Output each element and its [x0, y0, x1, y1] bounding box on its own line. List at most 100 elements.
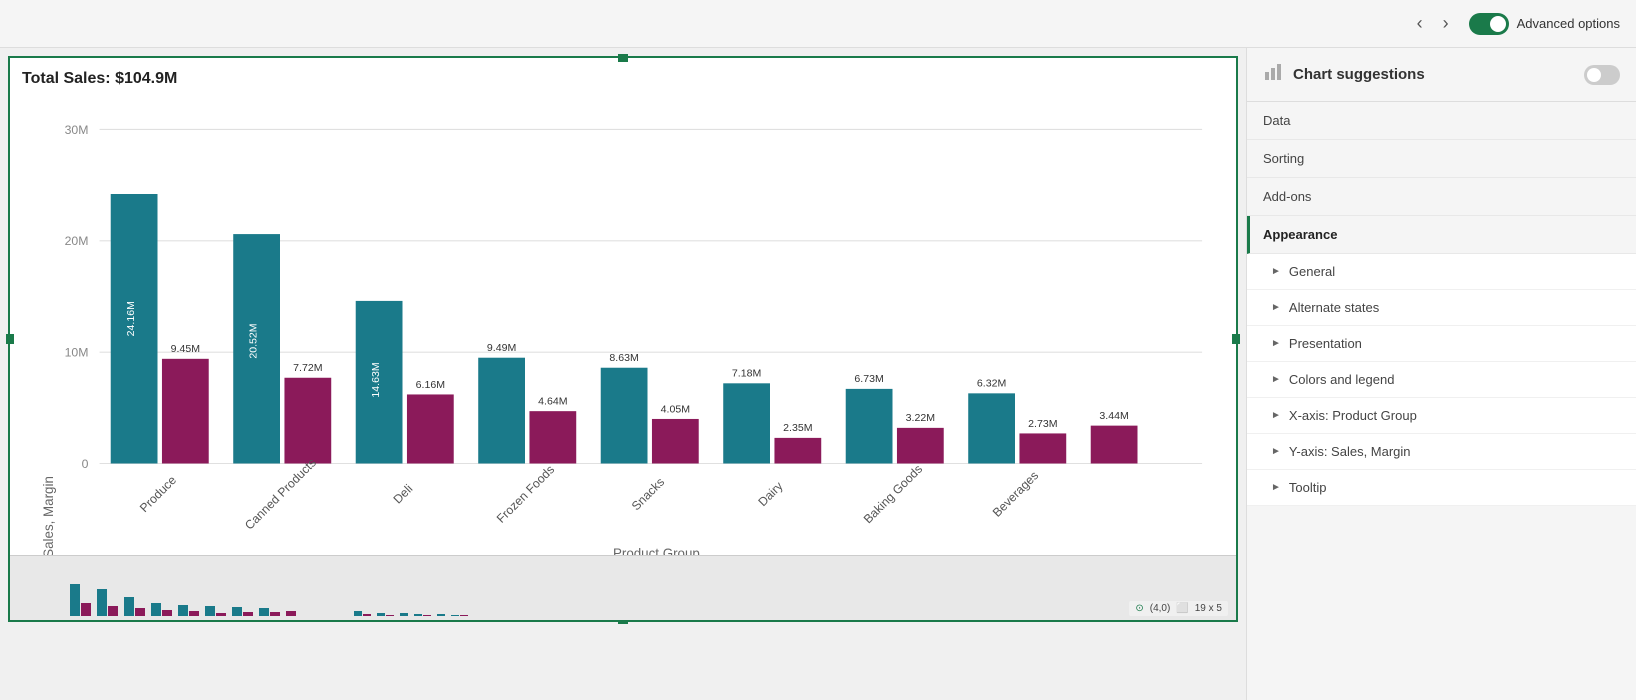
- nav-data-label: Data: [1263, 113, 1290, 128]
- sub-tooltip-label: Tooltip: [1289, 480, 1327, 495]
- svg-text:Beverages: Beverages: [990, 468, 1041, 519]
- bar-snacks-magenta[interactable]: [652, 419, 699, 464]
- mini-chart: ⊙ (4,0) ⬜ 19 x 5: [10, 555, 1236, 620]
- chart-inner: Total Sales: $104.9M Sales, Margin 30M 2…: [10, 58, 1236, 560]
- svg-text:8.63M: 8.63M: [609, 352, 638, 364]
- nav-item-sorting[interactable]: Sorting: [1247, 140, 1636, 178]
- svg-text:Frozen Foods: Frozen Foods: [494, 462, 557, 525]
- advanced-options-toggle-container: Advanced options: [1469, 13, 1620, 35]
- bar-frozen-magenta[interactable]: [529, 411, 576, 463]
- size-value: 19 x 5: [1195, 603, 1222, 614]
- sub-item-presentation[interactable]: ► Presentation: [1247, 326, 1636, 362]
- svg-text:20.52M: 20.52M: [248, 323, 260, 358]
- chart-title: Total Sales: $104.9M: [22, 70, 1224, 88]
- main-content: Total Sales: $104.9M Sales, Margin 30M 2…: [0, 48, 1636, 700]
- chevron-alternate-states: ►: [1271, 302, 1281, 313]
- nav-item-data[interactable]: Data: [1247, 102, 1636, 140]
- right-panel: Chart suggestions Data Sorting Add-ons A…: [1246, 48, 1636, 700]
- chevron-presentation: ►: [1271, 338, 1281, 349]
- svg-text:Baking Goods: Baking Goods: [861, 462, 925, 526]
- svg-text:4.64M: 4.64M: [538, 395, 567, 407]
- svg-text:9.49M: 9.49M: [487, 342, 516, 354]
- svg-text:7.72M: 7.72M: [293, 362, 322, 374]
- chevron-colors-legend: ►: [1271, 374, 1281, 385]
- bar-last-magenta[interactable]: [1091, 426, 1138, 464]
- svg-text:6.32M: 6.32M: [977, 378, 1006, 390]
- nav-appearance-label: Appearance: [1263, 227, 1337, 242]
- svg-text:7.18M: 7.18M: [732, 368, 761, 380]
- panel-sub-items: ► General ► Alternate states ► Presentat…: [1247, 254, 1636, 506]
- svg-text:10M: 10M: [65, 346, 89, 360]
- next-button[interactable]: ›: [1435, 9, 1457, 38]
- bar-beverages-teal[interactable]: [968, 393, 1015, 463]
- nav-item-addons[interactable]: Add-ons: [1247, 178, 1636, 216]
- svg-text:2.73M: 2.73M: [1028, 418, 1057, 430]
- svg-text:24.16M: 24.16M: [39, 257, 50, 290]
- svg-text:Canned Products: Canned Products: [242, 456, 319, 533]
- bar-produce-magenta[interactable]: [162, 359, 209, 464]
- sub-item-y-axis[interactable]: ► Y-axis: Sales, Margin: [1247, 434, 1636, 470]
- y-axis-label: Sales, Margin: [41, 476, 56, 558]
- panel-nav-items: Data Sorting Add-ons Appearance: [1247, 102, 1636, 254]
- svg-text:4.05M: 4.05M: [661, 403, 690, 415]
- bar-chart-svg: Sales, Margin 30M 20M 10M 0 24.16M 24.16…: [22, 96, 1224, 586]
- resize-icon: ⬜: [1176, 603, 1188, 614]
- sub-alternate-label: Alternate states: [1289, 300, 1379, 315]
- svg-text:Produce: Produce: [137, 473, 179, 515]
- advanced-options-toggle[interactable]: [1469, 13, 1509, 35]
- chart-suggestions-toggle[interactable]: [1584, 65, 1620, 85]
- svg-text:6.73M: 6.73M: [854, 373, 883, 385]
- svg-text:3.44M: 3.44M: [1099, 410, 1128, 422]
- sub-item-alternate-states[interactable]: ► Alternate states: [1247, 290, 1636, 326]
- svg-text:2.35M: 2.35M: [783, 422, 812, 434]
- panel-title: Chart suggestions: [1293, 66, 1425, 83]
- sub-presentation-label: Presentation: [1289, 336, 1362, 351]
- bar-canned-magenta[interactable]: [284, 378, 331, 464]
- nav-sorting-label: Sorting: [1263, 151, 1304, 166]
- bar-dairy-magenta[interactable]: [774, 438, 821, 464]
- bar-baking-magenta[interactable]: [897, 428, 944, 464]
- bar-baking-teal[interactable]: [846, 389, 893, 464]
- svg-text:20M: 20M: [65, 234, 89, 248]
- svg-text:14.63M: 14.63M: [370, 362, 382, 397]
- svg-text:Deli: Deli: [391, 482, 416, 507]
- panel-title-row: Chart suggestions: [1263, 62, 1425, 87]
- svg-text:24.16M: 24.16M: [125, 301, 137, 336]
- bar-beverages-magenta[interactable]: [1019, 433, 1066, 463]
- chevron-general: ►: [1271, 266, 1281, 277]
- sub-y-axis-label: Y-axis: Sales, Margin: [1289, 444, 1411, 459]
- svg-text:Dairy: Dairy: [755, 478, 786, 509]
- sub-item-general[interactable]: ► General: [1247, 254, 1636, 290]
- panel-header: Chart suggestions: [1247, 48, 1636, 102]
- svg-text:9.45M: 9.45M: [171, 343, 200, 355]
- nav-addons-label: Add-ons: [1263, 189, 1311, 204]
- sub-item-colors-legend[interactable]: ► Colors and legend: [1247, 362, 1636, 398]
- nav-item-appearance[interactable]: Appearance: [1247, 216, 1636, 254]
- chart-wrapper: Total Sales: $104.9M Sales, Margin 30M 2…: [8, 56, 1238, 622]
- bar-snacks-teal[interactable]: [601, 368, 648, 464]
- chevron-y-axis: ►: [1271, 446, 1281, 457]
- svg-text:Snacks: Snacks: [629, 475, 667, 513]
- chart-icon: [1263, 62, 1283, 87]
- toolbar-nav: ‹ ›: [1409, 9, 1457, 38]
- svg-text:3.22M: 3.22M: [906, 412, 935, 424]
- prev-button[interactable]: ‹: [1409, 9, 1431, 38]
- position-value: (4,0): [1150, 603, 1171, 614]
- bar-frozen-teal[interactable]: [478, 358, 525, 464]
- svg-text:30M: 30M: [65, 123, 89, 137]
- chart-area: Total Sales: $104.9M Sales, Margin 30M 2…: [0, 48, 1246, 700]
- sub-item-tooltip[interactable]: ► Tooltip: [1247, 470, 1636, 506]
- advanced-options-label: Advanced options: [1517, 16, 1620, 31]
- toolbar: ‹ › Advanced options: [0, 0, 1636, 48]
- chevron-x-axis: ►: [1271, 410, 1281, 421]
- chevron-tooltip: ►: [1271, 482, 1281, 493]
- position-icon: ⊙: [1135, 603, 1143, 614]
- svg-text:6.16M: 6.16M: [416, 379, 445, 391]
- bar-deli-magenta[interactable]: [407, 394, 454, 463]
- sub-colors-label: Colors and legend: [1289, 372, 1395, 387]
- sub-general-label: General: [1289, 264, 1335, 279]
- bar-dairy-teal[interactable]: [723, 383, 770, 463]
- sub-x-axis-label: X-axis: Product Group: [1289, 408, 1417, 423]
- svg-text:0: 0: [82, 457, 89, 471]
- sub-item-x-axis[interactable]: ► X-axis: Product Group: [1247, 398, 1636, 434]
